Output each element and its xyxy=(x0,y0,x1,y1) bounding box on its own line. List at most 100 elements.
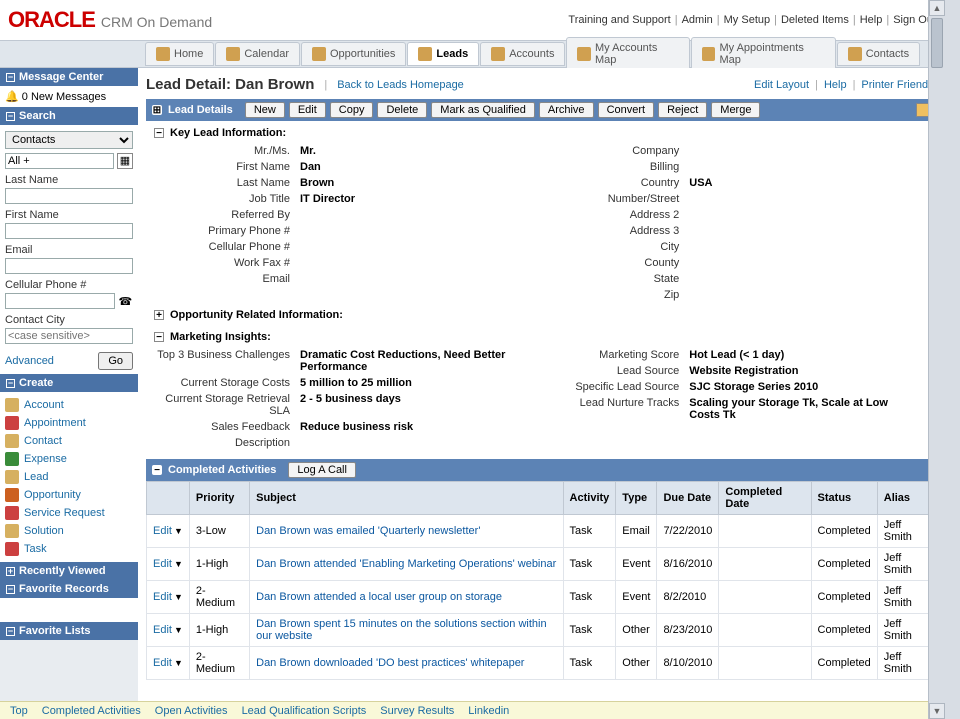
scroll-up-button[interactable]: ▲ xyxy=(929,0,945,16)
detail-link-help[interactable]: Help xyxy=(824,79,847,91)
convert-button[interactable]: Convert xyxy=(598,102,655,118)
footer-link-open-activities[interactable]: Open Activities xyxy=(155,705,228,717)
go-button[interactable]: Go xyxy=(98,352,133,370)
tab-my-appointments-map[interactable]: My Appointments Map xyxy=(691,37,836,71)
row-menu-icon[interactable]: ▼ xyxy=(174,526,183,536)
lookup-icon[interactable]: ▦ xyxy=(117,153,133,169)
log-a-call-button[interactable]: Log A Call xyxy=(288,462,356,478)
top-link-deleted-items[interactable]: Deleted Items xyxy=(781,14,849,26)
collapse-icon[interactable]: − xyxy=(6,585,15,594)
collapse-icon[interactable]: − xyxy=(6,112,15,121)
tab-leads[interactable]: Leads xyxy=(407,42,479,66)
top-link-admin[interactable]: Admin xyxy=(682,14,713,26)
merge-button[interactable]: Merge xyxy=(711,102,760,118)
search-object-select[interactable]: Contacts xyxy=(5,131,133,149)
create-link-service-request[interactable]: Service Request xyxy=(24,507,105,519)
search-header[interactable]: −Search xyxy=(0,107,138,125)
create-link-expense[interactable]: Expense xyxy=(24,453,67,465)
edit-link[interactable]: Edit xyxy=(153,558,172,570)
recently-viewed-header[interactable]: +Recently Viewed xyxy=(0,562,138,580)
table-cell: Event xyxy=(616,581,657,614)
archive-button[interactable]: Archive xyxy=(539,102,594,118)
collapse-icon[interactable]: − xyxy=(154,332,164,342)
top-link-my-setup[interactable]: My Setup xyxy=(724,14,770,26)
collapse-icon[interactable]: − xyxy=(6,379,15,388)
tab-calendar[interactable]: Calendar xyxy=(215,42,300,66)
detail-value: 5 million to 25 million xyxy=(300,377,527,389)
search-input-email[interactable] xyxy=(5,258,133,274)
edit-button[interactable]: Edit xyxy=(289,102,326,118)
detail-link-edit-layout[interactable]: Edit Layout xyxy=(754,79,809,91)
row-menu-icon[interactable]: ▼ xyxy=(174,559,183,569)
edit-link[interactable]: Edit xyxy=(153,624,172,636)
footer-link-lead-qualification-scripts[interactable]: Lead Qualification Scripts xyxy=(242,705,367,717)
expand-icon[interactable]: + xyxy=(6,567,15,576)
favorite-lists-header[interactable]: −Favorite Lists xyxy=(0,622,138,640)
favorite-records-header[interactable]: −Favorite Records xyxy=(0,580,138,598)
row-menu-icon[interactable]: ▼ xyxy=(174,592,183,602)
create-link-contact[interactable]: Contact xyxy=(24,435,62,447)
activity-subject-link[interactable]: Dan Brown attended 'Enabling Marketing O… xyxy=(256,558,556,570)
search-input-first-name[interactable] xyxy=(5,223,133,239)
phone-icon[interactable]: ☎ xyxy=(118,295,133,308)
activity-subject-link[interactable]: Dan Brown spent 15 minutes on the soluti… xyxy=(256,618,546,642)
create-link-opportunity[interactable]: Opportunity xyxy=(24,489,81,501)
table-header[interactable]: Type xyxy=(616,482,657,515)
footer-link-survey-results[interactable]: Survey Results xyxy=(380,705,454,717)
mark-as-qualified-button[interactable]: Mark as Qualified xyxy=(431,102,535,118)
expand-all-icon[interactable]: ⊞ xyxy=(152,105,162,115)
collapse-icon[interactable]: − xyxy=(154,128,164,138)
table-header[interactable]: Subject xyxy=(250,482,563,515)
search-input-contact-city[interactable] xyxy=(5,328,133,344)
collapse-icon[interactable]: − xyxy=(6,627,15,636)
edit-link[interactable]: Edit xyxy=(153,591,172,603)
row-menu-icon[interactable]: ▼ xyxy=(174,625,183,635)
table-header[interactable]: Alias xyxy=(877,482,935,515)
tab-contacts[interactable]: Contacts xyxy=(837,42,920,66)
collapse-icon[interactable]: − xyxy=(6,73,15,82)
row-menu-icon[interactable]: ▼ xyxy=(174,658,183,668)
vertical-scrollbar[interactable]: ▲ ▼ xyxy=(928,0,944,719)
edit-link[interactable]: Edit xyxy=(153,657,172,669)
tab-opportunities[interactable]: Opportunities xyxy=(301,42,406,66)
new-button[interactable]: New xyxy=(245,102,285,118)
back-link[interactable]: Back to Leads Homepage xyxy=(337,79,464,91)
table-header[interactable]: Completed Date xyxy=(719,482,811,515)
tab-my-accounts-map[interactable]: My Accounts Map xyxy=(566,37,689,71)
top-link-training-and-support[interactable]: Training and Support xyxy=(568,14,670,26)
search-input-cellular-phone-[interactable] xyxy=(5,293,115,309)
collapse-icon[interactable]: − xyxy=(152,465,162,475)
create-header[interactable]: −Create xyxy=(0,374,138,392)
table-header[interactable]: Due Date xyxy=(657,482,719,515)
table-header[interactable] xyxy=(147,482,190,515)
create-link-task[interactable]: Task xyxy=(24,543,47,555)
tab-accounts[interactable]: Accounts xyxy=(480,42,565,66)
create-link-account[interactable]: Account xyxy=(24,399,64,411)
delete-button[interactable]: Delete xyxy=(377,102,427,118)
table-header[interactable]: Priority xyxy=(189,482,249,515)
activity-subject-link[interactable]: Dan Brown downloaded 'DO best practices'… xyxy=(256,657,524,669)
edit-link[interactable]: Edit xyxy=(153,525,172,537)
scroll-thumb[interactable] xyxy=(931,18,943,68)
create-link-lead[interactable]: Lead xyxy=(24,471,48,483)
activity-subject-link[interactable]: Dan Brown was emailed 'Quarterly newslet… xyxy=(256,525,480,537)
tab-home[interactable]: Home xyxy=(145,42,214,66)
footer-link-linkedin[interactable]: Linkedin xyxy=(468,705,509,717)
expand-icon[interactable]: + xyxy=(154,310,164,320)
activity-subject-link[interactable]: Dan Brown attended a local user group on… xyxy=(256,591,502,603)
copy-button[interactable]: Copy xyxy=(330,102,374,118)
footer-link-top[interactable]: Top xyxy=(10,705,28,717)
create-link-appointment[interactable]: Appointment xyxy=(24,417,86,429)
scroll-down-button[interactable]: ▼ xyxy=(929,703,945,719)
table-header[interactable]: Activity xyxy=(563,482,616,515)
advanced-search-link[interactable]: Advanced xyxy=(5,355,54,367)
footer-link-completed-activities[interactable]: Completed Activities xyxy=(42,705,141,717)
detail-link-printer-friendly[interactable]: Printer Friendly xyxy=(861,79,936,91)
search-all-input[interactable] xyxy=(5,153,114,169)
search-input-last-name[interactable] xyxy=(5,188,133,204)
message-center-header[interactable]: −Message Center xyxy=(0,68,138,86)
table-header[interactable]: Status xyxy=(811,482,877,515)
create-link-solution[interactable]: Solution xyxy=(24,525,64,537)
reject-button[interactable]: Reject xyxy=(658,102,707,118)
top-link-help[interactable]: Help xyxy=(860,14,883,26)
